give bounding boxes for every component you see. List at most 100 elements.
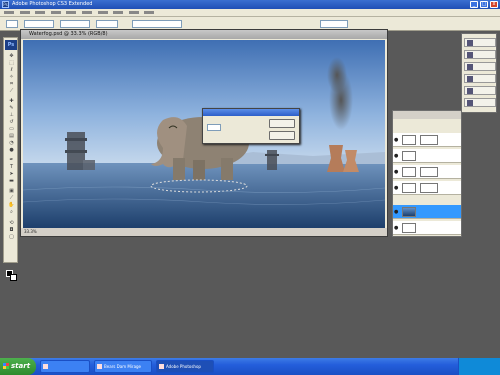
menu-item[interactable] <box>50 11 61 14</box>
slice-tool-icon[interactable]: ⟋ <box>6 88 17 94</box>
windows-logo-icon <box>3 363 9 369</box>
eye-icon[interactable]: ● <box>394 185 400 191</box>
panel-button[interactable] <box>464 50 496 59</box>
actions-icon <box>467 100 473 106</box>
panel-button[interactable] <box>464 86 496 95</box>
menu-item[interactable] <box>113 11 124 14</box>
maximize-button[interactable]: □ <box>480 1 488 8</box>
panel-button[interactable] <box>464 98 496 107</box>
layer-row-selected[interactable]: ● <box>393 205 461 219</box>
history-brush-tool-icon[interactable]: ↺ <box>6 119 17 125</box>
eye-icon[interactable]: ● <box>394 153 400 159</box>
path-selection-tool-icon[interactable]: ➤ <box>6 171 17 177</box>
tool-preset-picker[interactable] <box>6 20 18 28</box>
panel-button[interactable] <box>464 74 496 83</box>
system-tray <box>458 358 500 375</box>
menu-item[interactable] <box>128 11 139 14</box>
menu-item[interactable] <box>81 11 92 14</box>
panel-button[interactable] <box>464 38 496 47</box>
eyedropper-tool-icon[interactable]: ⟋ <box>6 195 17 201</box>
layer-thumbnail <box>402 167 416 177</box>
pen-tool-icon[interactable]: ✒ <box>6 157 17 163</box>
layer-thumbnail <box>402 135 416 145</box>
menu-item[interactable] <box>144 11 155 14</box>
workspace-dropdown[interactable] <box>320 20 348 28</box>
layer-row[interactable]: ● <box>393 149 461 163</box>
collapsed-panels <box>461 33 497 113</box>
crop-tool-icon[interactable]: ⌗ <box>6 81 17 87</box>
eraser-tool-icon[interactable]: ▭ <box>6 126 17 132</box>
window-title: Adobe Photoshop CS3 Extended <box>12 1 93 7</box>
menu-bar <box>0 9 500 17</box>
screen-mode-icon[interactable]: ▢ <box>6 234 17 240</box>
histogram-icon <box>467 52 473 58</box>
eye-icon[interactable]: ● <box>394 169 400 175</box>
taskbar: start Bears Dam Mirage Adobe Photoshop <box>0 358 500 375</box>
ok-button[interactable] <box>269 119 295 128</box>
menu-item[interactable] <box>35 11 46 14</box>
healing-brush-tool-icon[interactable]: ✚ <box>6 98 17 104</box>
window-icon <box>97 364 102 369</box>
rotate-3d-tool-icon[interactable]: ⟲ <box>6 220 17 226</box>
layer-mask-thumbnail <box>420 135 438 145</box>
lasso-tool-icon[interactable]: ℓ <box>6 67 17 73</box>
taskbar-item[interactable]: Bears Dam Mirage <box>94 360 152 373</box>
color-icon <box>467 64 473 70</box>
brush-tool-icon[interactable]: ✎ <box>6 105 17 111</box>
zoom-tool-icon[interactable]: ⌕ <box>6 209 17 215</box>
start-button[interactable]: start <box>0 358 36 375</box>
layers-panel: ● ● ● ● ● ● <box>392 110 462 237</box>
history-icon <box>467 88 473 94</box>
taskbar-item-active[interactable]: Adobe Photoshop <box>156 360 214 373</box>
option-field[interactable] <box>60 20 90 28</box>
photoshop-icon <box>159 364 164 369</box>
eye-icon[interactable]: ● <box>394 225 400 231</box>
blur-tool-icon[interactable]: ◔ <box>6 140 17 146</box>
toolbox: Ps ✥ ⬚ ℓ ✧ ⌗ ⟋ ✚ ✎ ⊥ ↺ ▭ ▤ ◔ ● ✒ T ➤ ▬ ▣… <box>3 37 18 281</box>
window-title-bar: Ps Adobe Photoshop CS3 Extended _ □ x <box>0 0 500 9</box>
dialog-title <box>203 109 299 116</box>
layer-row[interactable]: ● <box>393 221 461 235</box>
eye-icon[interactable]: ● <box>394 209 400 215</box>
eye-icon[interactable]: ● <box>394 137 400 143</box>
panel-button[interactable] <box>464 62 496 71</box>
gradient-tool-icon[interactable]: ▤ <box>6 133 17 139</box>
minimize-button[interactable]: _ <box>470 1 478 8</box>
hand-tool-icon[interactable]: ✋ <box>6 202 17 208</box>
layer-row[interactable]: ● <box>393 133 461 147</box>
menu-item[interactable] <box>19 11 30 14</box>
layer-thumbnail <box>402 223 416 233</box>
photoshop-app-icon: Ps <box>2 1 9 8</box>
move-tool-icon[interactable]: ✥ <box>6 53 17 59</box>
menu-item[interactable] <box>97 11 108 14</box>
dodge-tool-icon[interactable]: ● <box>6 147 17 153</box>
notes-tool-icon[interactable]: ▣ <box>6 188 17 194</box>
layer-row[interactable]: ● <box>393 165 461 179</box>
layer-mask-thumbnail <box>420 183 438 193</box>
marquee-tool-icon[interactable]: ⬚ <box>6 60 17 66</box>
background-color-swatch[interactable] <box>10 274 17 281</box>
zoom-level[interactable]: 33.3% <box>24 229 37 234</box>
option-field[interactable] <box>132 20 182 28</box>
window-icon <box>43 364 48 369</box>
layer-row[interactable]: ● <box>393 181 461 195</box>
close-button[interactable]: x <box>490 1 498 8</box>
layer-thumbnail <box>402 207 416 217</box>
swatches-icon <box>467 76 473 82</box>
quick-mask-icon[interactable]: ◘ <box>6 227 17 233</box>
menu-item[interactable] <box>4 11 14 14</box>
option-field[interactable] <box>24 20 54 28</box>
navigator-icon <box>467 40 473 46</box>
clone-stamp-tool-icon[interactable]: ⊥ <box>6 112 17 118</box>
menu-item[interactable] <box>66 11 77 14</box>
type-tool-icon[interactable]: T <box>6 164 17 170</box>
photoshop-logo: Ps <box>5 40 17 50</box>
magic-wand-tool-icon[interactable]: ✧ <box>6 74 17 80</box>
shape-tool-icon[interactable]: ▬ <box>6 178 17 184</box>
layer-thumbnail <box>402 151 416 161</box>
cancel-button[interactable] <box>269 131 295 140</box>
feather-radius-input[interactable] <box>207 123 221 131</box>
layers-panel-tabs[interactable] <box>393 111 461 119</box>
taskbar-item[interactable] <box>40 360 90 373</box>
option-field[interactable] <box>96 20 118 28</box>
